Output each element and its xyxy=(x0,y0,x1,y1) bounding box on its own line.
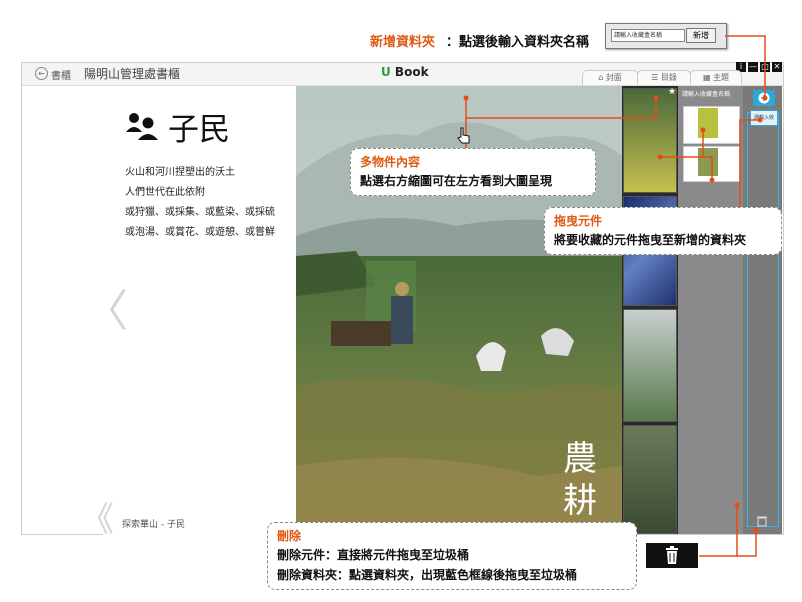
annotation-new-folder-title: 新增資料夾 xyxy=(370,35,436,50)
callout-body: 刪除資料夾：點選資料夾，出現藍色框線後拖曳至垃圾桶 xyxy=(277,568,578,582)
star-icon: ★ xyxy=(668,87,677,97)
page-footer: 探索華山 - 子民 xyxy=(122,520,185,530)
tab-contents-label: 目錄 xyxy=(660,73,677,82)
callout-title: 多物件內容 xyxy=(360,155,421,169)
poem-text: 火山和河川捏塑出的沃土 人們世代在此依附或狩獵、或採集、或藍染、或採硫 或泡湯、或賞… xyxy=(125,163,275,243)
callout-body: 刪除元件：直接將元件拖曳至垃圾桶 xyxy=(277,548,470,562)
thumbnail-1[interactable] xyxy=(623,88,677,193)
photo-caption: 農耕 xyxy=(560,438,600,522)
list-icon: ☰ xyxy=(651,73,661,82)
trash-icon[interactable] xyxy=(756,515,768,527)
poem-line: 或泡湯、或賞花、或遊憩、或嘗鮮 xyxy=(125,227,275,238)
poem-line: 人們世代在此依附 xyxy=(125,187,205,198)
favorite-item-image xyxy=(698,148,718,176)
caption-char: 農 xyxy=(563,439,597,479)
home-icon: ⌂ xyxy=(598,73,606,82)
restore-button[interactable]: □ xyxy=(760,62,770,72)
grid-icon: ▦ xyxy=(702,73,714,82)
close-button[interactable]: ✕ xyxy=(772,62,782,72)
tab-topics-label: 主題 xyxy=(713,73,730,82)
callout-title: 刪除 xyxy=(277,529,302,543)
page-title: 子民 xyxy=(168,112,230,148)
back-to-shelf-link[interactable]: 書櫃 xyxy=(51,67,71,82)
favorites-header: 請輸入收藏盒名稱 xyxy=(682,91,731,98)
prev-page-button[interactable]: 〈 xyxy=(84,275,128,339)
selected-folder-outline[interactable] xyxy=(747,112,779,527)
bookshelf-title: 陽明山管理處書櫃 xyxy=(84,67,181,81)
callout-multi-object: 多物件內容 點選右方縮圖可在左方看到大圖呈現 xyxy=(350,148,596,196)
thumbnail-3[interactable] xyxy=(623,309,677,422)
app-logo: U Book xyxy=(381,65,429,79)
tab-topics[interactable]: ▦ 主題 xyxy=(690,70,742,85)
back-arrow-icon[interactable]: ← xyxy=(35,67,48,80)
thumbnail-4[interactable] xyxy=(623,425,677,534)
callout-title: 拖曳元件 xyxy=(554,214,603,228)
tab-cover[interactable]: ⌂ 封面 xyxy=(582,70,638,85)
add-folder-button[interactable] xyxy=(753,90,775,106)
trash-icon xyxy=(666,546,678,564)
poem-line: 火山和河川捏塑出的沃土 xyxy=(125,167,235,178)
trash-bin-button[interactable] xyxy=(646,543,698,568)
callout-body: 點選右方縮圖可在左方看到大圖呈現 xyxy=(360,174,553,188)
callout-delete: 刪除 刪除元件：直接將元件拖曳至垃圾桶 刪除資料夾：點選資料夾，出現藍色框線後拖… xyxy=(267,522,637,590)
left-page xyxy=(103,86,297,535)
pointer-hand-icon xyxy=(457,127,470,144)
logo-text: Book xyxy=(390,65,429,79)
folder-name-input[interactable]: 請輸入收藏盒名稱 xyxy=(611,29,685,42)
tab-contents[interactable]: ☰ 目錄 xyxy=(637,70,691,85)
annotation-new-folder-body: ：點選後輸入資料夾名稱 xyxy=(446,35,590,50)
minimize-button[interactable]: — xyxy=(748,62,758,72)
logo-u: U xyxy=(381,65,391,79)
first-page-button[interactable]: 《 xyxy=(80,492,114,541)
people-icon xyxy=(126,113,158,140)
caption-char: 耕 xyxy=(563,481,597,521)
callout-drag: 拖曳元件 將要收藏的元件拖曳至新增的資料夾 xyxy=(544,207,782,255)
favorite-item-image xyxy=(698,108,718,138)
folder-item[interactable]: 請輸入收 xyxy=(750,110,778,126)
callout-body: 將要收藏的元件拖曳至新增的資料夾 xyxy=(554,233,747,247)
plus-icon xyxy=(758,92,770,104)
add-folder-confirm-button[interactable]: 新增 xyxy=(686,28,716,43)
tab-cover-label: 封面 xyxy=(605,73,622,82)
poem-line: 或狩獵、或採集、或藍染、或採硫 xyxy=(125,207,275,218)
